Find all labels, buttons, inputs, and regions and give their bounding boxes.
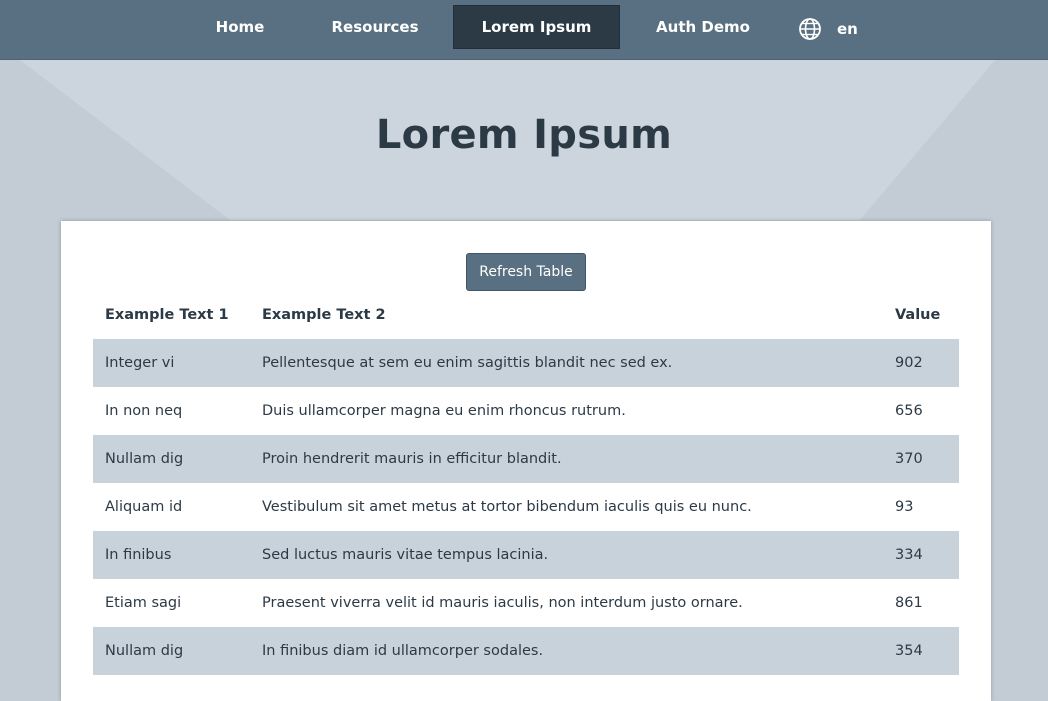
table-card: Refresh Table Example Text 1 Example Tex…	[61, 221, 991, 701]
cell-text2: Proin hendrerit mauris in efficitur blan…	[250, 435, 883, 483]
language-selector[interactable]: en	[798, 16, 858, 42]
cell-text1: Nullam dig	[93, 435, 250, 483]
cell-value: 861	[883, 579, 959, 627]
refresh-table-button[interactable]: Refresh Table	[466, 253, 586, 291]
cell-value: 656	[883, 387, 959, 435]
column-header-example-text-2[interactable]: Example Text 2	[250, 291, 883, 339]
table-row: Nullam dig Proin hendrerit mauris in eff…	[93, 435, 959, 483]
cell-value: 902	[883, 339, 959, 387]
table-header-row: Example Text 1 Example Text 2 Value	[93, 291, 959, 339]
cell-value: 354	[883, 627, 959, 675]
table-row: Integer vi Pellentesque at sem eu enim s…	[93, 339, 959, 387]
table-row: In non neq Duis ullamcorper magna eu eni…	[93, 387, 959, 435]
nav-home-link[interactable]: Home	[190, 5, 290, 49]
nav-resources-link[interactable]: Resources	[318, 5, 432, 49]
cell-text1: Aliquam id	[93, 483, 250, 531]
cell-text1: In non neq	[93, 387, 250, 435]
table-row: Etiam sagi Praesent viverra velit id mau…	[93, 579, 959, 627]
nav-lorem-ipsum-link[interactable]: Lorem Ipsum	[453, 5, 620, 49]
data-table: Example Text 1 Example Text 2 Value Inte…	[93, 291, 959, 675]
cell-text1: In finibus	[93, 531, 250, 579]
cell-text2: Vestibulum sit amet metus at tortor bibe…	[250, 483, 883, 531]
table-row: Aliquam id Vestibulum sit amet metus at …	[93, 483, 959, 531]
cell-value: 334	[883, 531, 959, 579]
cell-text1: Integer vi	[93, 339, 250, 387]
cell-text2: Duis ullamcorper magna eu enim rhoncus r…	[250, 387, 883, 435]
globe-icon	[798, 17, 822, 41]
cell-text2: Sed luctus mauris vitae tempus lacinia.	[250, 531, 883, 579]
cell-text1: Nullam dig	[93, 627, 250, 675]
column-header-example-text-1[interactable]: Example Text 1	[93, 291, 250, 339]
cell-text2: Pellentesque at sem eu enim sagittis bla…	[250, 339, 883, 387]
language-label: en	[837, 20, 858, 38]
page-title: Lorem Ipsum	[375, 112, 673, 158]
table-row: In finibus Sed luctus mauris vitae tempu…	[93, 531, 959, 579]
cell-text2: In finibus diam id ullamcorper sodales.	[250, 627, 883, 675]
top-navbar: Home Resources Lorem Ipsum Auth Demo en	[0, 0, 1048, 60]
nav-auth-demo-link[interactable]: Auth Demo	[640, 5, 766, 49]
table-row: Nullam dig In finibus diam id ullamcorpe…	[93, 627, 959, 675]
cell-text1: Etiam sagi	[93, 579, 250, 627]
cell-text2: Praesent viverra velit id mauris iaculis…	[250, 579, 883, 627]
cell-value: 370	[883, 435, 959, 483]
cell-value: 93	[883, 483, 959, 531]
column-header-value[interactable]: Value	[883, 291, 959, 339]
